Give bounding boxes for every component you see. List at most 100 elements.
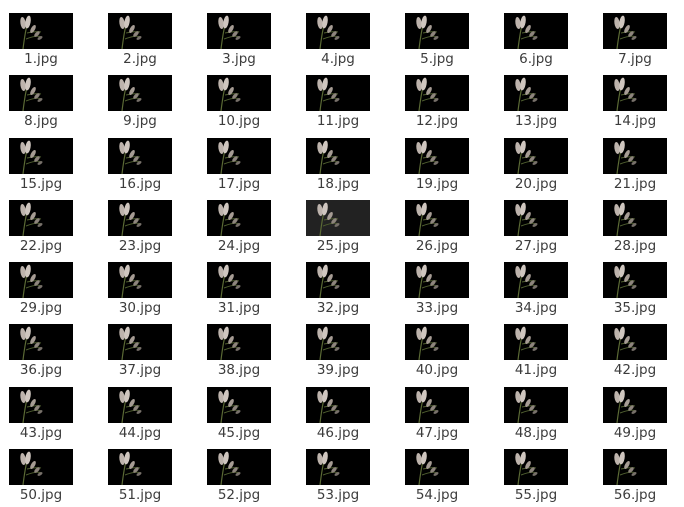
file-item[interactable]: 7.jpg: [590, 13, 680, 71]
image-thumbnail[interactable]: [108, 13, 172, 49]
file-item[interactable]: 35.jpg: [590, 262, 680, 320]
file-item[interactable]: 49.jpg: [590, 387, 680, 445]
file-item[interactable]: 9.jpg: [95, 75, 185, 133]
image-thumbnail[interactable]: [405, 324, 469, 360]
image-thumbnail[interactable]: [504, 200, 568, 236]
image-thumbnail[interactable]: [306, 387, 370, 423]
file-item[interactable]: 47.jpg: [392, 387, 482, 445]
image-thumbnail[interactable]: [207, 138, 271, 174]
file-item[interactable]: 31.jpg: [194, 262, 284, 320]
image-thumbnail[interactable]: [9, 138, 73, 174]
file-item[interactable]: 32.jpg: [293, 262, 383, 320]
image-thumbnail[interactable]: [504, 324, 568, 360]
image-thumbnail[interactable]: [603, 75, 667, 111]
image-thumbnail[interactable]: [504, 75, 568, 111]
file-item[interactable]: 46.jpg: [293, 387, 383, 445]
file-item[interactable]: 53.jpg: [293, 449, 383, 507]
image-thumbnail[interactable]: [306, 75, 370, 111]
file-item[interactable]: 28.jpg: [590, 200, 680, 258]
file-item[interactable]: 48.jpg: [491, 387, 581, 445]
image-thumbnail[interactable]: [207, 13, 271, 49]
file-item[interactable]: 44.jpg: [95, 387, 185, 445]
file-item[interactable]: 17.jpg: [194, 138, 284, 196]
image-thumbnail[interactable]: [9, 324, 73, 360]
image-thumbnail[interactable]: [108, 75, 172, 111]
file-item[interactable]: 19.jpg: [392, 138, 482, 196]
image-thumbnail[interactable]: [207, 324, 271, 360]
file-item[interactable]: 12.jpg: [392, 75, 482, 133]
image-thumbnail[interactable]: [108, 200, 172, 236]
image-thumbnail[interactable]: [603, 13, 667, 49]
file-item[interactable]: 4.jpg: [293, 13, 383, 71]
file-item[interactable]: 38.jpg: [194, 324, 284, 382]
file-item[interactable]: 3.jpg: [194, 13, 284, 71]
image-thumbnail[interactable]: [306, 138, 370, 174]
image-thumbnail[interactable]: [108, 449, 172, 485]
image-thumbnail[interactable]: [9, 387, 73, 423]
file-item[interactable]: 33.jpg: [392, 262, 482, 320]
image-thumbnail[interactable]: [504, 13, 568, 49]
image-thumbnail[interactable]: [405, 138, 469, 174]
image-thumbnail[interactable]: [9, 200, 73, 236]
image-thumbnail[interactable]: [9, 13, 73, 49]
file-item[interactable]: 10.jpg: [194, 75, 284, 133]
image-thumbnail[interactable]: [405, 200, 469, 236]
image-thumbnail[interactable]: [306, 262, 370, 298]
image-thumbnail[interactable]: [306, 200, 370, 236]
image-thumbnail[interactable]: [207, 449, 271, 485]
file-item[interactable]: 27.jpg: [491, 200, 581, 258]
file-item[interactable]: 36.jpg: [0, 324, 86, 382]
image-thumbnail[interactable]: [603, 138, 667, 174]
file-item[interactable]: 18.jpg: [293, 138, 383, 196]
image-thumbnail[interactable]: [504, 138, 568, 174]
image-thumbnail[interactable]: [108, 138, 172, 174]
file-item[interactable]: 51.jpg: [95, 449, 185, 507]
image-thumbnail[interactable]: [405, 387, 469, 423]
file-item[interactable]: 1.jpg: [0, 13, 86, 71]
file-item[interactable]: 43.jpg: [0, 387, 86, 445]
file-item[interactable]: 30.jpg: [95, 262, 185, 320]
image-thumbnail[interactable]: [603, 324, 667, 360]
file-item[interactable]: 21.jpg: [590, 138, 680, 196]
file-item[interactable]: 45.jpg: [194, 387, 284, 445]
image-thumbnail[interactable]: [207, 200, 271, 236]
image-thumbnail[interactable]: [603, 387, 667, 423]
file-item[interactable]: 15.jpg: [0, 138, 86, 196]
file-item[interactable]: 37.jpg: [95, 324, 185, 382]
file-item[interactable]: 16.jpg: [95, 138, 185, 196]
image-thumbnail[interactable]: [603, 200, 667, 236]
file-item[interactable]: 34.jpg: [491, 262, 581, 320]
file-item[interactable]: 50.jpg: [0, 449, 86, 507]
image-thumbnail[interactable]: [207, 262, 271, 298]
file-item[interactable]: 20.jpg: [491, 138, 581, 196]
image-thumbnail[interactable]: [108, 262, 172, 298]
file-item[interactable]: 22.jpg: [0, 200, 86, 258]
image-thumbnail[interactable]: [504, 449, 568, 485]
file-item[interactable]: 42.jpg: [590, 324, 680, 382]
file-item[interactable]: 24.jpg: [194, 200, 284, 258]
file-item[interactable]: 14.jpg: [590, 75, 680, 133]
file-item[interactable]: 40.jpg: [392, 324, 482, 382]
file-item[interactable]: 41.jpg: [491, 324, 581, 382]
image-thumbnail[interactable]: [9, 262, 73, 298]
image-thumbnail[interactable]: [504, 387, 568, 423]
image-thumbnail[interactable]: [207, 387, 271, 423]
image-thumbnail[interactable]: [405, 449, 469, 485]
file-item[interactable]: 2.jpg: [95, 13, 185, 71]
file-item[interactable]: 23.jpg: [95, 200, 185, 258]
file-item[interactable]: 11.jpg: [293, 75, 383, 133]
file-item[interactable]: 39.jpg: [293, 324, 383, 382]
image-thumbnail[interactable]: [9, 75, 73, 111]
image-thumbnail[interactable]: [603, 262, 667, 298]
file-item[interactable]: 5.jpg: [392, 13, 482, 71]
image-thumbnail[interactable]: [405, 75, 469, 111]
file-item[interactable]: 8.jpg: [0, 75, 86, 133]
image-thumbnail[interactable]: [9, 449, 73, 485]
file-item[interactable]: 6.jpg: [491, 13, 581, 71]
image-thumbnail[interactable]: [108, 324, 172, 360]
file-item[interactable]: 26.jpg: [392, 200, 482, 258]
image-thumbnail[interactable]: [504, 262, 568, 298]
image-thumbnail[interactable]: [108, 387, 172, 423]
file-item[interactable]: 25.jpg: [293, 200, 383, 258]
image-thumbnail[interactable]: [405, 262, 469, 298]
